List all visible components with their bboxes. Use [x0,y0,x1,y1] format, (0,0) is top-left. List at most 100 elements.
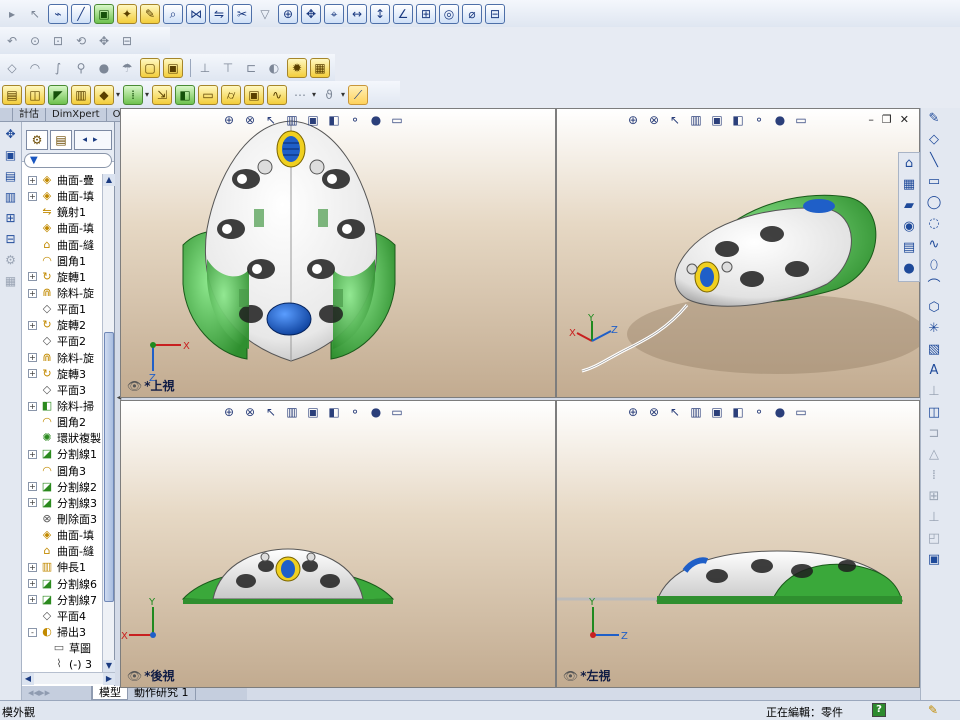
surface-knit-icon[interactable]: ▣ [244,84,265,105]
expand-icon[interactable]: + [28,272,37,282]
standard-views-icon[interactable]: ▥ [3,189,19,205]
expand-icon[interactable]: + [28,449,37,459]
appearances-icon[interactable]: ● [900,260,918,278]
display-icon[interactable]: ▤ [3,168,19,184]
arrow-small-icon[interactable]: ▸ [2,4,22,24]
view-orientation-icon[interactable]: ▣ [305,405,321,419]
feature-d-icon[interactable]: ⚲ [71,58,91,78]
chevron-down-icon[interactable]: ▾ [116,90,120,99]
surface-flip-icon[interactable]: ◧ [175,84,196,105]
zoom-fit-icon[interactable]: ⊕ [221,405,237,419]
zoom-window-icon[interactable]: ⊡ [48,31,68,51]
rectangle-icon[interactable]: ▭ [925,173,943,191]
hide-show-icon[interactable]: ⚬ [751,405,767,419]
sketch-icon[interactable]: ✎ [925,110,943,128]
collapse-icon[interactable]: - [28,627,37,637]
view-orientation-icon[interactable]: ▣ [3,147,19,163]
close-icon[interactable]: ✕ [900,113,909,126]
hide-show-icon[interactable]: ⚬ [347,113,363,127]
arc-icon[interactable]: ◌ [925,215,943,233]
feature-m-icon[interactable]: ✹ [287,57,307,78]
feature-n-icon[interactable]: ▦ [310,57,330,78]
point-icon[interactable]: ✳ [925,320,943,338]
repair-icon[interactable]: ◰ [925,530,943,548]
dim-chain-icon[interactable]: ⊞ [416,3,436,24]
surface-fill-icon[interactable]: ◆ [94,84,114,105]
feature-i-icon[interactable]: ⊥ [195,58,215,78]
centerline-icon[interactable]: ▧ [925,341,943,359]
wand-icon[interactable]: ✦ [117,3,137,24]
previous-view-icon[interactable]: ↖ [263,113,279,127]
surface-box-icon[interactable]: ▭ [198,84,219,105]
move-icon[interactable]: ✥ [301,3,321,24]
minimize-icon[interactable]: – [868,113,874,126]
expand-icon[interactable]: + [28,595,37,605]
scroll-thumb[interactable] [104,332,114,602]
tab-motion-study[interactable]: 動作研究 1 [128,686,196,700]
plane-icon[interactable]: ⊥ [925,383,943,401]
tree-vertical-scrollbar[interactable]: ▲ ▼ [102,174,115,672]
home-icon[interactable]: ⌂ [900,155,918,173]
restore-icon[interactable]: ❐ [882,113,892,126]
feature-c-icon[interactable]: ∫ [48,58,68,78]
surface-move-icon[interactable]: ⇲ [152,84,173,105]
expand-icon[interactable]: + [28,288,37,298]
property-manager-tab-icon[interactable]: ▤ [50,130,72,150]
zoom-back-icon[interactable]: ↶ [2,31,22,51]
dim-baseline-icon[interactable]: ⊟ [485,3,505,24]
mirror-icon[interactable]: △ [925,446,943,464]
scene-icon[interactable]: ▭ [389,113,405,127]
view-orientation-icon[interactable]: ▣ [305,113,321,127]
chevron-down-icon[interactable]: ▾ [341,90,345,99]
scroll-right-icon[interactable]: ▶ [103,673,115,685]
tree-filter-input[interactable]: ▼ [24,153,112,168]
expand-icon[interactable]: + [28,482,37,492]
appearance-icon[interactable]: ● [772,113,788,127]
surface-pattern-icon[interactable]: ⁞ [123,84,144,105]
rebuild-icon[interactable]: ▣ [94,3,114,24]
viewport-left[interactable]: Y Z ⊕ ⊗ ↖ ▥ ▣ ◧ ⚬ ● ▭ 👁 *左視 [556,400,920,688]
fillet-sketch-icon[interactable]: ⌒ [925,278,943,296]
expand-icon[interactable]: + [28,353,37,363]
tab-dimxpert[interactable]: DimXpert [46,108,107,121]
tab-model[interactable]: 模型 [92,686,128,700]
surface-cylinder-icon[interactable]: ⌭ [221,84,242,105]
viewport-top[interactable]: X Z ⊕ ⊗ ↖ ▥ ▣ ◧ ⚬ ● ▭ 👁 *上視 [120,108,556,398]
assembly-icon[interactable]: ⊟ [3,231,19,247]
display-style-icon[interactable]: ◧ [730,113,746,127]
chevron-down-icon[interactable]: ▾ [312,90,316,99]
section-view-icon[interactable]: ▥ [284,113,300,127]
feature-manager-tab-icon[interactable]: ⚙ [26,130,48,150]
file-explorer-icon[interactable]: ▰ [900,197,918,215]
funnel-toolbar-icon[interactable]: ▽ [255,4,275,24]
expand-icon[interactable]: + [28,191,37,201]
zoom-area-icon[interactable]: ⊗ [242,405,258,419]
surface-curve-icon[interactable]: ∿ [267,84,288,105]
dim-vertical-icon[interactable]: ↕ [370,3,390,24]
feature-b-icon[interactable]: ◠ [25,58,45,78]
offset-icon[interactable]: ⊐ [925,425,943,443]
zoom-area-icon[interactable]: ⊗ [646,113,662,127]
display-style-icon[interactable]: ◧ [730,405,746,419]
panel-scroll-arrows-icon[interactable]: ◂▸ [74,130,112,150]
appearance-icon[interactable]: ● [368,405,384,419]
line-icon[interactable]: ╱ [71,3,91,24]
dim-angle-icon[interactable]: ∠ [393,3,413,24]
surface-revolve-icon[interactable]: ◫ [25,84,45,105]
surface-extrude-icon[interactable]: ▤ [2,84,22,105]
mirror-entity-icon[interactable]: ⇋ [209,3,229,24]
dim-diameter-icon[interactable]: ⌀ [462,3,482,24]
expand-icon[interactable]: + [28,320,37,330]
instant3d-icon[interactable]: ⟋ [348,84,369,105]
rotate-icon[interactable]: ⟲ [71,31,91,51]
convert-icon[interactable]: ◫ [925,404,943,422]
pin-icon[interactable]: ⌕ [163,3,183,24]
tab-partial[interactable] [0,108,13,121]
trim-icon[interactable]: ✂ [232,3,252,24]
chevron-down-icon[interactable]: ▾ [145,90,149,99]
polygon-icon[interactable]: ⬡ [925,299,943,317]
circle-icon[interactable]: ◯ [925,194,943,212]
help-icon[interactable]: ? [872,703,886,717]
scene-icon[interactable]: ▭ [793,405,809,419]
quick-snaps-icon[interactable]: ▣ [925,551,943,569]
